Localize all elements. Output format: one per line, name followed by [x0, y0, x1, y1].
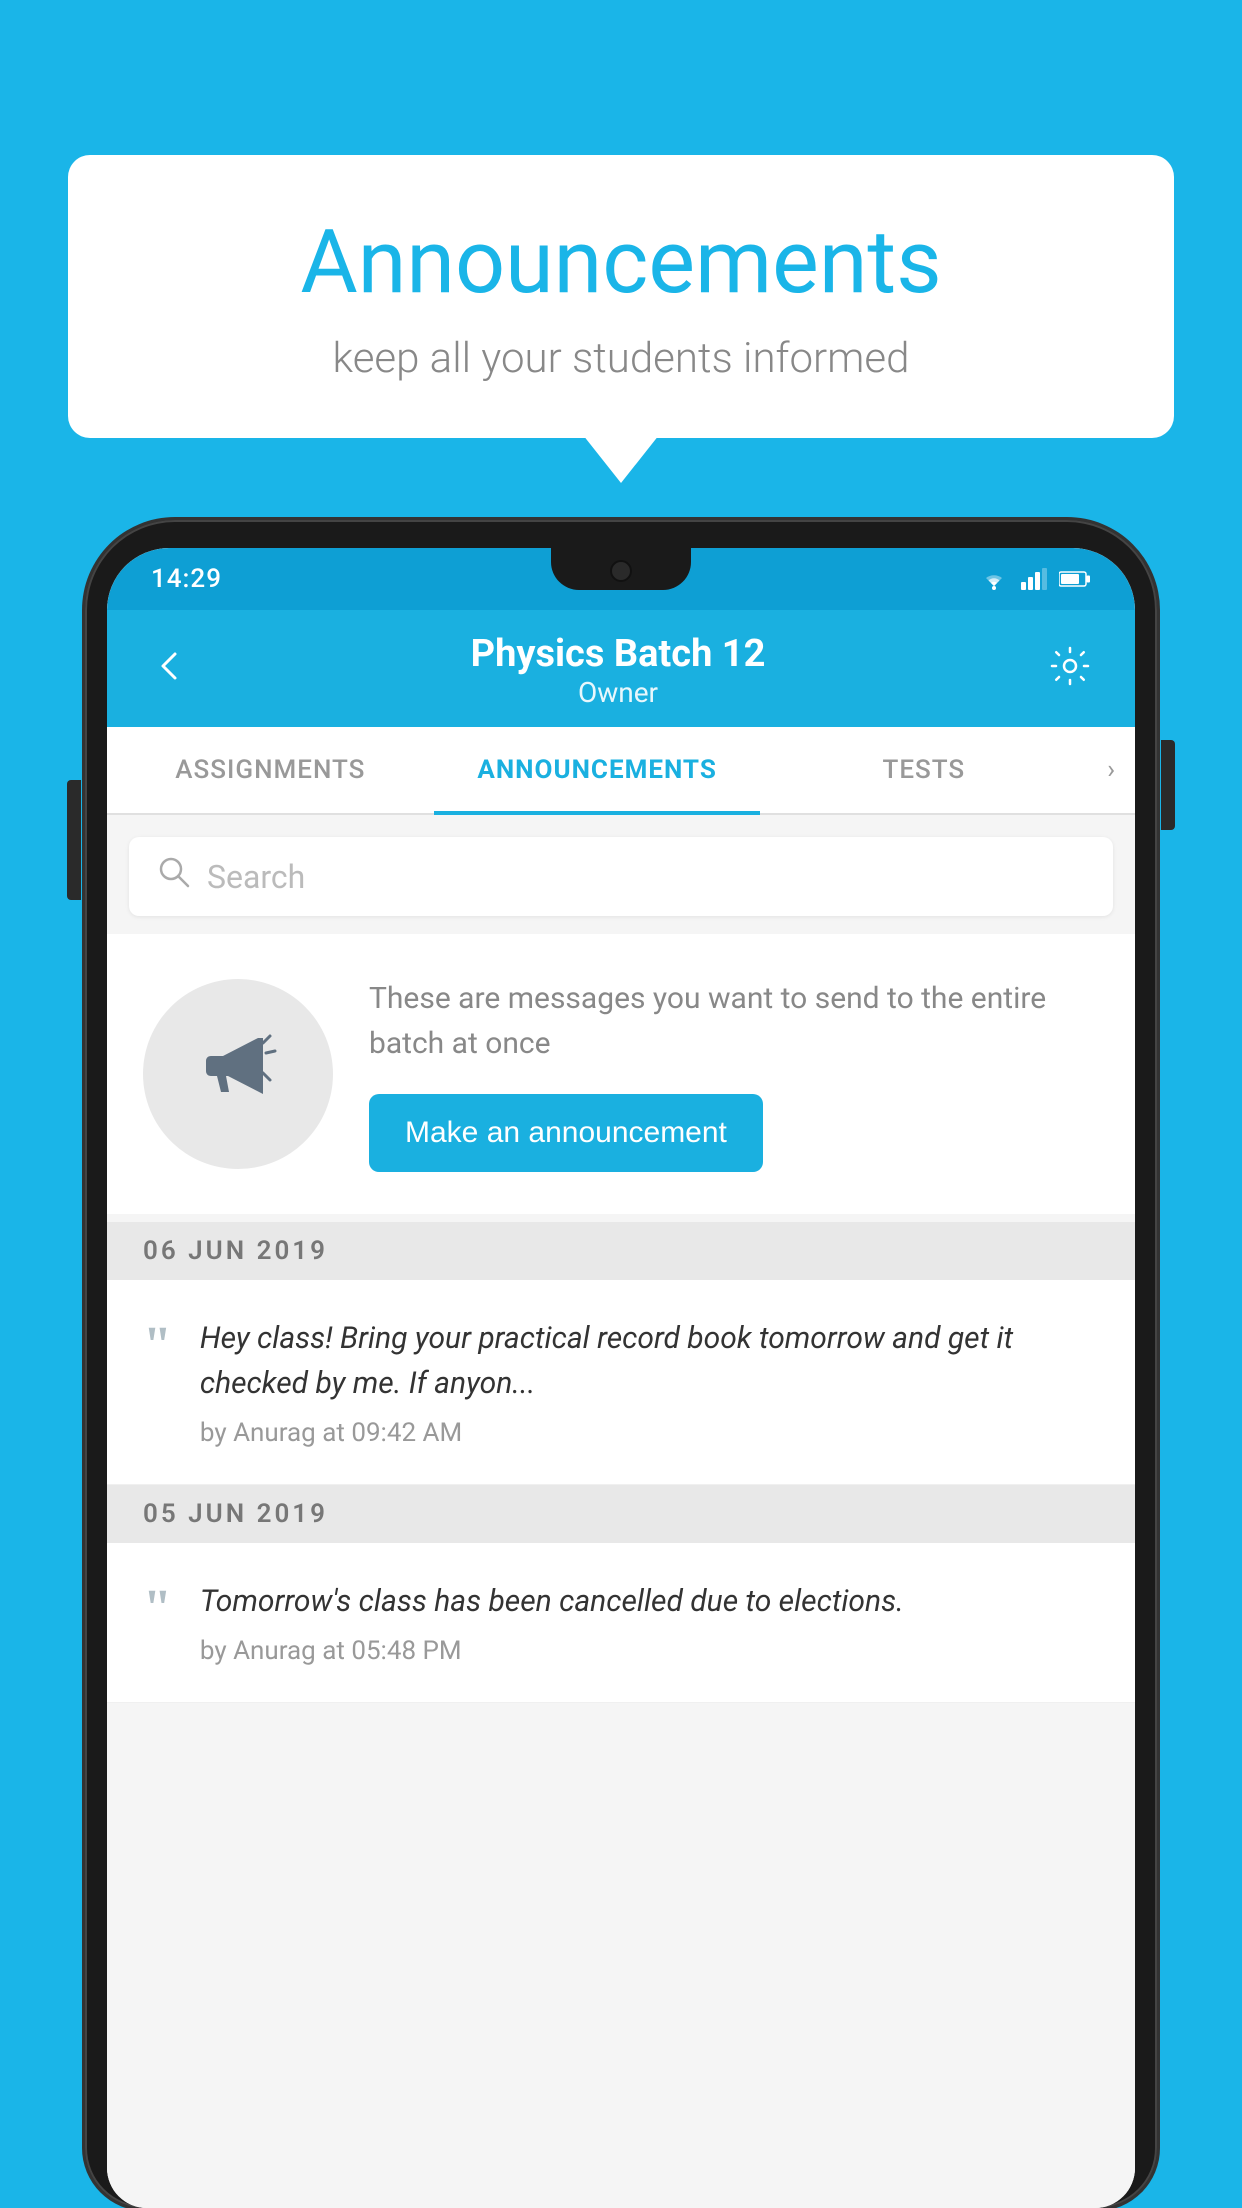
wifi-icon	[979, 568, 1009, 590]
owner-label: Owner	[471, 676, 766, 709]
announcement-meta-2: by Anurag at 05:48 PM	[200, 1636, 1099, 1666]
content-area: Search	[107, 815, 1135, 2208]
announcement-meta-1: by Anurag at 09:42 AM	[200, 1418, 1099, 1448]
promo-card: These are messages you want to send to t…	[107, 934, 1135, 1214]
phone-inner: 14:29	[107, 548, 1135, 2208]
phone-frame: 14:29	[85, 520, 1157, 2208]
app-header: Physics Batch 12 Owner	[107, 610, 1135, 727]
announcement-item-2[interactable]: " Tomorrow's class has been cancelled du…	[107, 1543, 1135, 1703]
battery-icon	[1059, 570, 1091, 588]
quote-icon-1: "	[143, 1320, 172, 1372]
signal-icon	[1021, 568, 1047, 590]
date-divider-2: 05 JUN 2019	[107, 1485, 1135, 1543]
tabs-bar: ASSIGNMENTS ANNOUNCEMENTS TESTS ›	[107, 727, 1135, 815]
back-button[interactable]	[151, 646, 187, 695]
tab-announcements[interactable]: ANNOUNCEMENTS	[434, 727, 761, 813]
settings-button[interactable]	[1049, 645, 1091, 697]
announcement-item-1[interactable]: " Hey class! Bring your practical record…	[107, 1280, 1135, 1485]
search-icon	[157, 855, 191, 898]
phone-outer: 14:29	[85, 520, 1157, 2208]
announcement-content-1: Hey class! Bring your practical record b…	[200, 1316, 1099, 1448]
speech-bubble-card: Announcements keep all your students inf…	[68, 155, 1174, 438]
megaphone-icon	[193, 1018, 283, 1130]
make-announcement-button[interactable]: Make an announcement	[369, 1094, 763, 1172]
promo-right: These are messages you want to send to t…	[369, 976, 1099, 1172]
header-center: Physics Batch 12 Owner	[471, 632, 766, 709]
status-time: 14:29	[151, 564, 222, 594]
tab-more[interactable]: ›	[1087, 727, 1135, 813]
camera-icon	[610, 560, 632, 582]
quote-icon-2: "	[143, 1583, 172, 1635]
status-bar: 14:29	[107, 548, 1135, 610]
speech-bubble-section: Announcements keep all your students inf…	[68, 155, 1174, 438]
phone-notch	[551, 548, 691, 590]
bubble-subtitle: keep all your students informed	[148, 334, 1094, 383]
search-bar[interactable]: Search	[129, 837, 1113, 916]
batch-title: Physics Batch 12	[471, 632, 766, 676]
announcement-text-2: Tomorrow's class has been cancelled due …	[200, 1579, 1099, 1624]
date-divider-1: 06 JUN 2019	[107, 1222, 1135, 1280]
status-icons	[979, 568, 1091, 590]
bubble-title: Announcements	[148, 215, 1094, 312]
tab-tests[interactable]: TESTS	[760, 727, 1087, 813]
announcement-text-1: Hey class! Bring your practical record b…	[200, 1316, 1099, 1406]
promo-description: These are messages you want to send to t…	[369, 976, 1099, 1066]
search-placeholder-text: Search	[207, 858, 305, 896]
tab-assignments[interactable]: ASSIGNMENTS	[107, 727, 434, 813]
announcement-content-2: Tomorrow's class has been cancelled due …	[200, 1579, 1099, 1666]
megaphone-circle	[143, 979, 333, 1169]
